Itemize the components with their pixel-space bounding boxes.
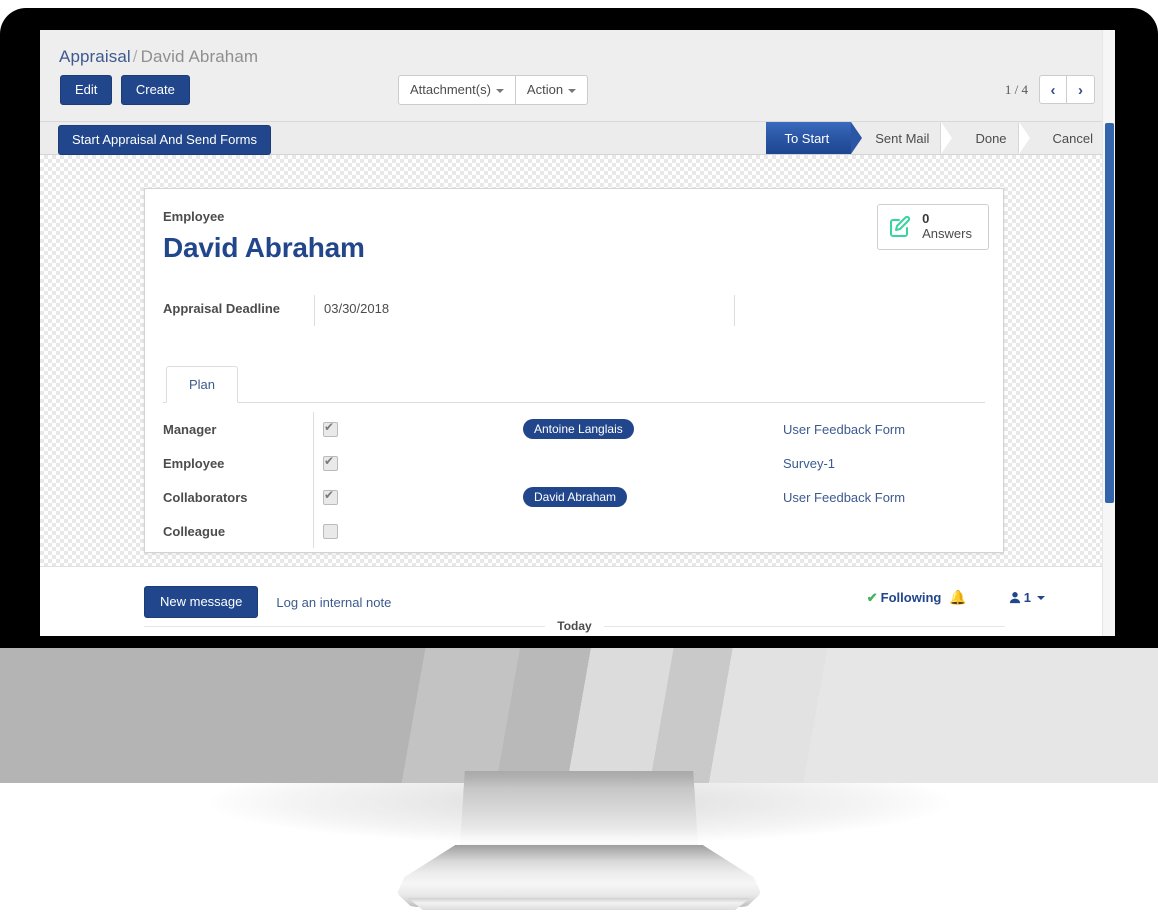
plan-checkbox[interactable] bbox=[323, 524, 338, 540]
plan-tag[interactable]: Antoine Langlais bbox=[523, 419, 634, 439]
create-button[interactable]: Create bbox=[120, 75, 190, 105]
check-icon: ✔ bbox=[866, 589, 878, 605]
statusbar-label: Sent Mail bbox=[875, 130, 930, 146]
followers-button[interactable]: 1 bbox=[1009, 590, 1045, 605]
chevron-down-icon bbox=[1037, 595, 1045, 600]
statusbar-item-to-start[interactable]: To Start bbox=[766, 122, 863, 154]
divider-rule-right bbox=[603, 625, 1006, 627]
followers-count: 1 bbox=[1023, 590, 1031, 605]
employee-field-label: Employee bbox=[163, 209, 225, 224]
appraisal-deadline-row: Appraisal Deadline 03/30/2018 bbox=[163, 295, 985, 326]
plan-checkbox-cell bbox=[313, 480, 523, 514]
chatter-date-divider: Today bbox=[144, 619, 1006, 633]
chatter-follow-controls: ✔ Following 🔔 1 bbox=[867, 589, 1045, 606]
plan-role-label: Collaborators bbox=[163, 489, 248, 505]
pager: 1 / 4 ‹ › bbox=[1005, 75, 1095, 104]
answers-count: 0 bbox=[922, 211, 930, 226]
answers-stat-button[interactable]: 0 Answers bbox=[877, 204, 989, 250]
divider-label: Today bbox=[557, 619, 592, 633]
statusbar-label: To Start bbox=[784, 130, 830, 146]
monitor-base-panel bbox=[0, 648, 1158, 783]
plan-tag-cell: Antoine Langlais bbox=[523, 412, 783, 446]
plan-checkbox-cell bbox=[313, 446, 523, 480]
user-icon bbox=[1009, 592, 1020, 604]
plan-form-link[interactable]: User Feedback Form bbox=[783, 490, 905, 505]
pencil-square-icon bbox=[888, 215, 912, 239]
statusbar: To Start Sent Mail Done Cancel bbox=[766, 122, 1115, 154]
vertical-scrollbar-thumb[interactable] bbox=[1105, 123, 1114, 503]
workflow-bar: Start Appraisal And Send Forms To Start … bbox=[40, 122, 1115, 155]
attachments-dropdown-button[interactable]: Attachment(s) bbox=[398, 75, 516, 105]
edit-button[interactable]: Edit bbox=[60, 75, 113, 105]
plan-checkbox[interactable] bbox=[323, 487, 338, 506]
plan-form-link[interactable]: Survey-1 bbox=[783, 456, 835, 471]
notebook-tabs: Plan bbox=[163, 366, 985, 403]
new-message-button[interactable]: New message bbox=[144, 586, 259, 618]
chevron-down-icon bbox=[568, 88, 577, 93]
divider-rule-left bbox=[144, 625, 546, 627]
plan-tag-cell: David Abraham bbox=[523, 480, 783, 514]
start-appraisal-and-send-forms-button[interactable]: Start Appraisal And Send Forms bbox=[58, 125, 271, 155]
answers-label: Answers bbox=[922, 225, 972, 241]
chevron-right-icon: › bbox=[1078, 82, 1083, 99]
following-label: Following bbox=[880, 589, 942, 605]
record-action-buttons: Edit Create bbox=[60, 75, 190, 105]
monitor-screen: Appraisal / David Abraham Edit Create Atta… bbox=[40, 30, 1115, 636]
statusbar-label: Done bbox=[975, 130, 1007, 146]
plan-tag-cell bbox=[523, 514, 783, 548]
vertical-scrollbar-track[interactable] bbox=[1102, 30, 1115, 636]
odoo-app: Appraisal / David Abraham Edit Create Atta… bbox=[40, 30, 1115, 636]
plan-checkbox-cell bbox=[313, 412, 523, 446]
breadcrumb-current: David Abraham bbox=[140, 47, 259, 66]
bell-icon[interactable]: 🔔 bbox=[949, 589, 966, 606]
log-internal-note-button[interactable]: Log an internal note bbox=[276, 595, 391, 610]
page-title: David Abraham bbox=[163, 232, 365, 263]
chevron-left-icon: ‹ bbox=[1050, 82, 1056, 99]
following-button[interactable]: ✔ Following bbox=[867, 590, 942, 606]
plan-checkbox-cell bbox=[313, 514, 523, 548]
breadcrumb-root[interactable]: Appraisal bbox=[59, 47, 131, 66]
pager-next-button[interactable]: › bbox=[1067, 75, 1095, 104]
appraisal-deadline-label: Appraisal Deadline bbox=[163, 301, 281, 316]
statusbar-item-sent-mail[interactable]: Sent Mail bbox=[851, 122, 953, 154]
plan-tag-cell bbox=[523, 446, 783, 480]
monitor: Appraisal / David Abraham Edit Create Atta… bbox=[0, 0, 1158, 922]
table-row: Employee Survey-1 bbox=[163, 446, 985, 480]
attachments-label: Attachment(s) bbox=[410, 82, 491, 97]
plan-form-cell: User Feedback Form bbox=[783, 480, 985, 514]
form-content-area: 0 Answers Employee David Abraham Apprais… bbox=[40, 155, 1115, 636]
plan-table: Manager Antoine Langlais User Feedback F… bbox=[163, 412, 985, 548]
dropdown-button-group: Attachment(s) Action bbox=[398, 75, 589, 105]
table-row: Manager Antoine Langlais User Feedback F… bbox=[163, 412, 985, 446]
plan-role-label: Colleague bbox=[163, 523, 226, 539]
plan-form-cell bbox=[783, 514, 985, 548]
control-panel: Appraisal / David Abraham Edit Create Atta… bbox=[40, 30, 1115, 122]
chevron-down-icon bbox=[495, 88, 504, 93]
breadcrumb: Appraisal / David Abraham bbox=[59, 47, 258, 67]
table-row: Colleague bbox=[163, 514, 985, 548]
monitor-stand-foot-edge bbox=[407, 898, 751, 910]
monitor-stand-foot bbox=[397, 845, 761, 907]
answers-stat-text: 0 Answers bbox=[922, 211, 972, 242]
plan-role-label: Employee bbox=[163, 455, 225, 471]
action-label: Action bbox=[526, 82, 564, 97]
plan-checkbox[interactable] bbox=[323, 419, 338, 438]
statusbar-item-done[interactable]: Done bbox=[951, 122, 1030, 154]
statusbar-label: Cancel bbox=[1052, 130, 1093, 146]
pager-counter: 1 / 4 bbox=[1004, 81, 1028, 97]
plan-checkbox[interactable] bbox=[323, 453, 338, 472]
plan-form-cell: User Feedback Form bbox=[783, 412, 985, 446]
tab-plan[interactable]: Plan bbox=[166, 366, 239, 403]
plan-tag[interactable]: David Abraham bbox=[523, 487, 628, 507]
action-dropdown-button[interactable]: Action bbox=[515, 75, 589, 105]
plan-form-link[interactable]: User Feedback Form bbox=[783, 422, 905, 437]
plan-form-cell: Survey-1 bbox=[783, 446, 985, 480]
pager-previous-button[interactable]: ‹ bbox=[1039, 75, 1067, 104]
appraisal-deadline-value[interactable]: 03/30/2018 bbox=[314, 295, 735, 326]
breadcrumb-separator: / bbox=[132, 47, 138, 66]
record-sheet: 0 Answers Employee David Abraham Apprais… bbox=[144, 188, 1004, 569]
plan-role-label: Manager bbox=[163, 421, 217, 437]
table-row: Collaborators David Abraham User Feedbac… bbox=[163, 480, 985, 514]
